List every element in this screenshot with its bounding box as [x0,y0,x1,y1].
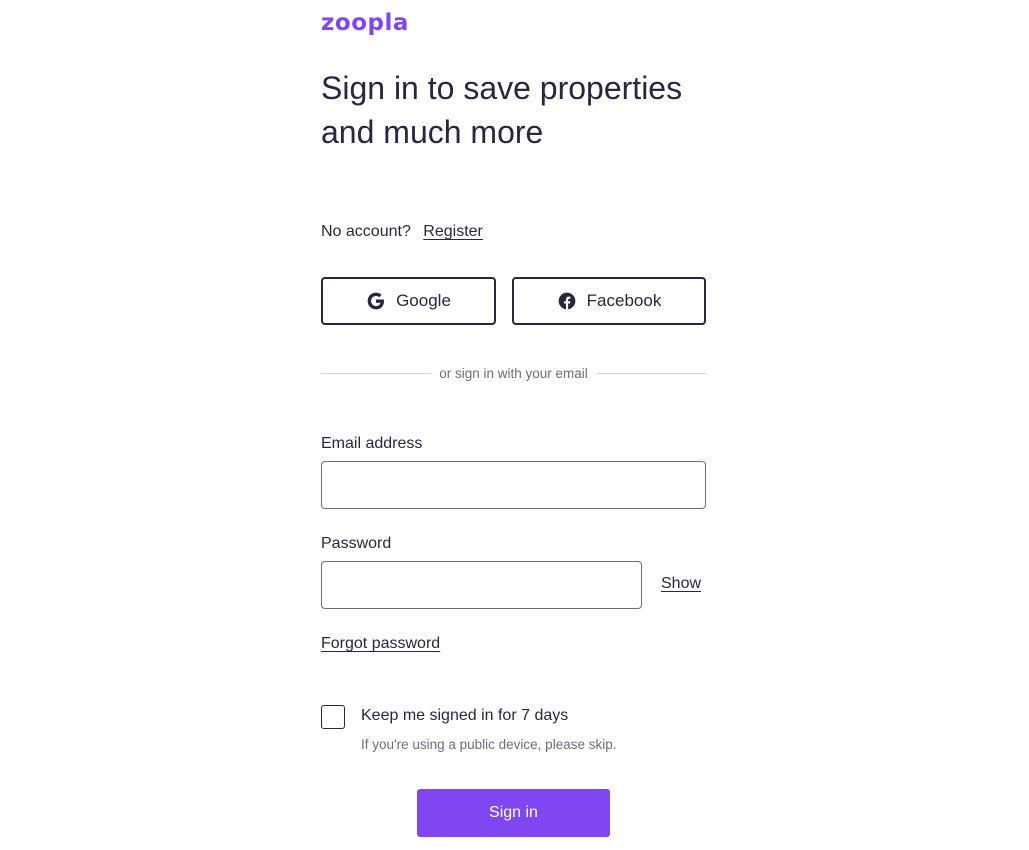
keep-signed-in-checkbox[interactable] [321,705,345,729]
zoopla-logo[interactable]: zoopla [321,10,409,36]
divider-line-left [321,373,432,374]
google-icon [366,291,386,311]
facebook-button-label: Facebook [586,291,662,310]
divider-line-right [595,373,706,374]
email-label: Email address [321,435,423,452]
no-account-text: No account? [321,223,411,240]
or-divider: or sign in with your email [321,366,706,381]
password-label: Password [321,535,392,552]
google-signin-button[interactable]: Google [321,277,496,325]
email-field[interactable] [321,461,706,509]
register-link[interactable]: Register [423,223,483,240]
show-password-link[interactable]: Show [661,575,701,593]
page-title: Sign in to save properties and much more [321,70,683,150]
sign-in-page: zoopla Sign in to save properties and mu… [0,0,1029,850]
google-button-label: Google [396,291,451,310]
divider-text: or sign in with your email [439,366,588,381]
password-field[interactable] [321,561,642,609]
facebook-icon [557,291,577,311]
facebook-signin-button[interactable]: Facebook [512,277,706,325]
forgot-password-link[interactable]: Forgot password [321,635,440,653]
keep-signed-in-hint: If you're using a public device, please … [361,737,617,752]
keep-signed-in-label[interactable]: Keep me signed in for 7 days [361,707,568,725]
sign-in-button[interactable]: Sign in [417,789,610,837]
register-prompt: No account? Register [321,223,483,241]
